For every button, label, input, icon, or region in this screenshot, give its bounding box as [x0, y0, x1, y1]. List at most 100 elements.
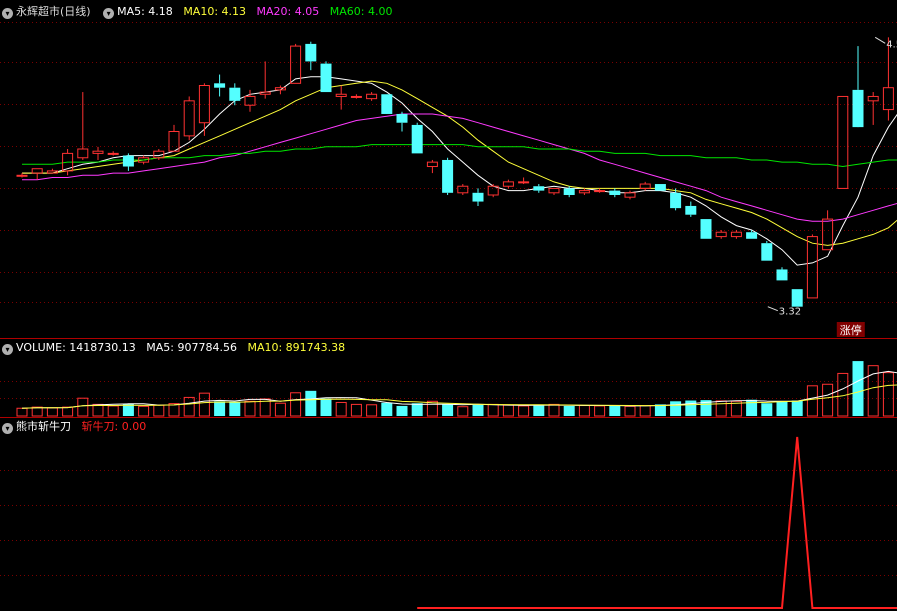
candle[interactable]	[548, 187, 560, 195]
candle-body	[411, 124, 423, 154]
candle[interactable]	[16, 173, 28, 178]
volume-bar	[882, 372, 894, 417]
candle-body	[867, 95, 879, 102]
candle-body	[244, 95, 256, 106]
candle[interactable]	[244, 89, 256, 112]
volume-bar	[107, 405, 119, 417]
volume-bar	[578, 405, 590, 417]
volume-bar	[335, 401, 347, 417]
candle-body	[426, 161, 438, 168]
collapse-icon[interactable]: ▾	[2, 344, 13, 355]
candle[interactable]	[229, 83, 241, 106]
candle[interactable]	[92, 146, 104, 160]
candle-body	[92, 150, 104, 154]
volume-bars[interactable]	[16, 361, 897, 417]
collapse-icon[interactable]: ▾	[103, 8, 115, 19]
candle-body	[654, 184, 666, 191]
candle[interactable]	[305, 41, 317, 71]
candle[interactable]	[533, 184, 545, 193]
candle-body	[837, 95, 849, 189]
candle[interactable]	[290, 43, 302, 84]
candle[interactable]	[214, 74, 226, 97]
candle-body	[624, 192, 636, 198]
candle[interactable]	[426, 159, 438, 174]
volume-bar	[214, 401, 226, 416]
candle[interactable]	[442, 157, 454, 195]
candle[interactable]	[867, 92, 879, 125]
candlesticks[interactable]	[16, 37, 897, 307]
candle[interactable]	[183, 96, 195, 141]
volume-legend: ▾ VOLUME: 1418730.13 MA5: 907784.56 MA10:…	[0, 339, 352, 357]
candle[interactable]	[411, 122, 423, 154]
candle[interactable]	[791, 289, 803, 307]
candle[interactable]	[381, 94, 393, 114]
volume-bar	[502, 404, 514, 417]
candle[interactable]	[776, 267, 788, 281]
candle[interactable]	[852, 46, 864, 128]
volume-bar	[274, 402, 286, 417]
candle[interactable]	[457, 184, 469, 195]
candle-body	[746, 232, 758, 239]
ma5-line	[22, 76, 897, 266]
candle-body	[457, 185, 469, 194]
ma10-legend: MA10: 4.13	[183, 5, 247, 18]
candle[interactable]	[31, 168, 43, 180]
candle[interactable]	[609, 188, 621, 198]
candle-body	[776, 269, 788, 281]
candle-body	[578, 190, 590, 194]
volume-bar	[822, 383, 834, 417]
candle-body	[472, 192, 484, 202]
candle[interactable]	[670, 188, 682, 211]
candle-body	[533, 186, 545, 191]
volume-bar	[472, 404, 484, 416]
candle[interactable]	[198, 83, 210, 136]
candle[interactable]	[335, 85, 347, 110]
candle[interactable]	[730, 230, 742, 239]
candle[interactable]	[472, 188, 484, 206]
candle[interactable]	[350, 94, 362, 99]
high-price-arrow	[874, 36, 886, 44]
candle[interactable]	[594, 188, 606, 193]
candle[interactable]	[168, 124, 180, 152]
candle[interactable]	[487, 184, 499, 198]
candle[interactable]	[518, 177, 530, 185]
candle[interactable]	[396, 111, 408, 132]
candle[interactable]	[700, 219, 712, 239]
candle-body	[518, 181, 530, 184]
volume-bar	[791, 400, 803, 416]
candle[interactable]	[746, 230, 758, 239]
candle[interactable]	[685, 201, 697, 217]
candle[interactable]	[654, 184, 666, 191]
candle-body	[335, 93, 347, 97]
volume-bar	[852, 361, 864, 416]
candle-body	[548, 187, 560, 194]
candle[interactable]	[366, 92, 378, 101]
chart-title: 永辉超市(日线)	[16, 5, 91, 18]
collapse-icon[interactable]: ▾	[2, 8, 13, 19]
candle-body	[852, 89, 864, 128]
volume-bar	[654, 404, 666, 416]
kline-chart[interactable]: 4.55 3.32 涨停	[0, 0, 897, 611]
candle-body	[274, 87, 286, 91]
candle[interactable]	[502, 179, 514, 189]
low-price-arrow	[767, 306, 778, 312]
candle[interactable]	[715, 230, 727, 239]
candle[interactable]	[320, 61, 332, 93]
candle[interactable]	[122, 153, 134, 171]
volume-bar	[624, 405, 636, 417]
collapse-icon[interactable]: ▾	[2, 423, 13, 434]
volume-bar	[761, 403, 773, 416]
volume-bar	[563, 405, 575, 416]
candle[interactable]	[837, 95, 849, 189]
volume-bar	[426, 400, 438, 417]
volume-bar	[670, 401, 682, 416]
candle[interactable]	[77, 92, 89, 160]
candle[interactable]	[761, 240, 773, 261]
indicator-value: 斩牛刀: 0.00	[81, 420, 147, 433]
volume-bar	[229, 401, 241, 416]
volume-bar	[594, 405, 606, 417]
candle[interactable]	[639, 181, 651, 191]
candle[interactable]	[107, 151, 119, 156]
candle-body	[563, 188, 575, 195]
price-ma-lines	[22, 76, 897, 266]
